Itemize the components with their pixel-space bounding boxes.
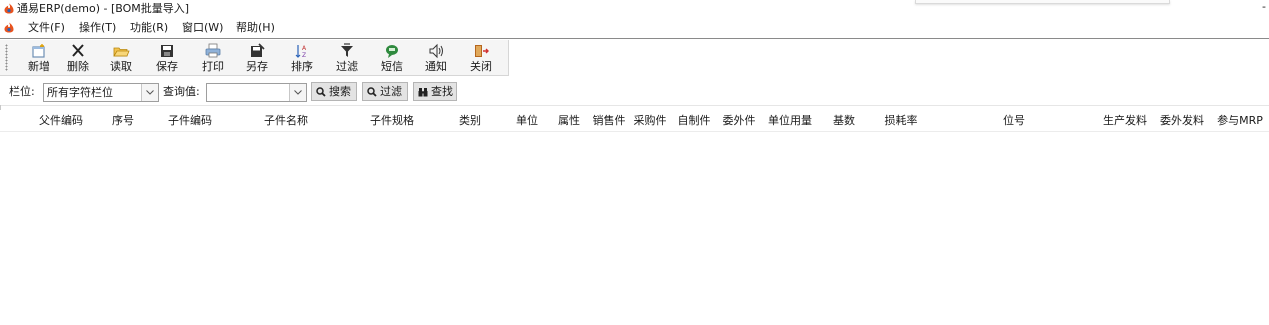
save-button[interactable]: 保存 [145,41,189,74]
menu-window[interactable]: 窗口(W) [182,21,223,34]
search-icon [316,87,326,97]
grid-header: 父件编码 序号 子件编码 子件名称 子件规格 类别 单位 属性 销售件 采购件 … [0,110,1269,132]
filter-button[interactable]: 过滤 [325,41,369,74]
col-parent-code[interactable]: 父件编码 [26,114,96,127]
new-button[interactable]: 新增 [17,41,61,74]
col-production-issue[interactable]: 生产发料 [1099,114,1151,127]
save-label: 保存 [156,60,178,73]
col-base-qty[interactable]: 基数 [826,114,862,127]
col-unit-usage[interactable]: 单位用量 [764,114,816,127]
document-app-icon[interactable] [4,22,14,33]
notify-label: 通知 [425,60,447,73]
read-label: 读取 [110,60,132,73]
print-button[interactable]: 打印 [191,41,235,74]
popup-shadow [915,0,1170,4]
svg-text:A: A [302,45,307,52]
col-outsource-issue[interactable]: 委外发料 [1156,114,1208,127]
open-folder-icon [113,47,130,57]
save-as-label: 另存 [246,60,268,73]
find-button[interactable]: 查找 [413,82,457,101]
col-sales-part[interactable]: 销售件 [590,114,628,127]
query-label: 查询值: [163,85,200,98]
col-category[interactable]: 类别 [452,114,488,127]
grid-body[interactable] [0,132,1269,325]
col-seq[interactable]: 序号 [106,114,140,127]
col-child-code[interactable]: 子件编码 [160,114,220,127]
delete-button[interactable]: 删除 [56,41,100,74]
svg-text:Z: Z [302,52,306,59]
save-as-button[interactable]: 另存 [235,41,279,74]
delete-icon [72,44,84,57]
query-select[interactable] [206,83,307,102]
col-purchase-part[interactable]: 采购件 [631,114,669,127]
sort-button[interactable]: A Z 排序 [280,41,324,74]
menu-separator [0,38,1269,39]
binoculars-icon [418,88,428,97]
close-label: 关闭 [470,60,492,73]
filter-apply-button[interactable]: 过滤 [362,82,408,101]
speaker-icon [429,43,443,59]
print-label: 打印 [202,60,224,73]
close-button[interactable]: 关闭 [459,41,503,74]
toolbar-grip[interactable] [5,44,8,71]
menu-file[interactable]: 文件(F) [28,21,65,34]
col-loss-rate[interactable]: 损耗率 [878,114,924,127]
exit-icon [475,45,489,57]
read-button[interactable]: 读取 [99,41,143,74]
search-button[interactable]: 搜索 [311,82,357,101]
sms-button[interactable]: 短信 [370,41,414,74]
window-title: 通易ERP(demo) - [BOM批量导入] [17,2,190,15]
filter-apply-label: 过滤 [380,85,402,98]
menu-help[interactable]: 帮助(H) [236,21,275,34]
save-icon [161,45,173,57]
filter-icon [341,43,353,57]
toolbar: 新增 删除 读取 保存 打印 另存 A Z 排序 过滤 短信 通知 关闭 [0,40,509,76]
new-icon [32,44,45,58]
filter-bar: 栏位: 所有字符栏位 查询值: 搜索 过滤 查找 [0,77,1269,106]
col-attribute[interactable]: 属性 [551,114,587,127]
query-dropdown-button[interactable] [289,84,306,101]
menu-function[interactable]: 功能(R) [130,21,168,34]
find-button-label: 查找 [431,85,453,98]
col-outsource-part[interactable]: 委外件 [720,114,758,127]
chevron-down-icon [294,90,302,95]
field-select-value: 所有字符栏位 [47,86,113,99]
col-child-spec[interactable]: 子件规格 [362,114,422,127]
save-as-icon [251,43,265,57]
menu-bar: 文件(F) 操作(T) 功能(R) 窗口(W) 帮助(H) [0,18,1269,37]
sort-icon: A Z [295,45,307,59]
delete-label: 删除 [67,60,89,73]
col-self-made-part[interactable]: 自制件 [675,114,713,127]
col-mrp[interactable]: 参与MRP [1212,114,1268,127]
app-logo-icon [4,3,14,14]
field-label: 栏位: [9,85,35,98]
chevron-down-icon [146,90,154,95]
col-unit[interactable]: 单位 [509,114,545,127]
magnifier-icon [367,87,377,97]
col-position-no[interactable]: 位号 [996,114,1032,127]
minimize-button[interactable]: - [1262,1,1266,13]
new-label: 新增 [28,60,50,73]
sms-label: 短信 [381,60,403,73]
menu-operation[interactable]: 操作(T) [79,21,116,34]
sort-label: 排序 [291,60,313,73]
field-dropdown-button[interactable] [141,84,158,101]
print-icon [205,43,221,58]
title-bar: 通易ERP(demo) - [BOM批量导入] - [0,0,1269,18]
filter-label: 过滤 [336,60,358,73]
field-select[interactable]: 所有字符栏位 [43,83,159,102]
col-child-name[interactable]: 子件名称 [256,114,316,127]
search-button-label: 搜索 [329,85,351,98]
sms-icon [386,45,398,58]
notify-button[interactable]: 通知 [414,41,458,74]
